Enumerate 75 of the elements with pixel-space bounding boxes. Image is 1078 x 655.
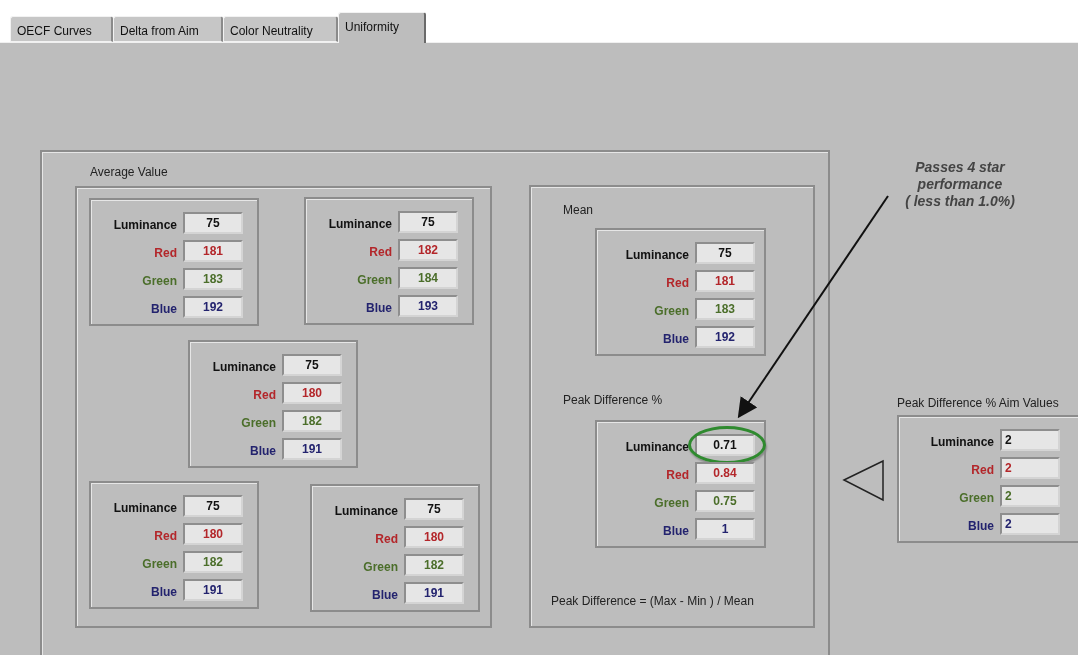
tab[interactable]: Delta from Aim <box>113 16 223 42</box>
channel-label: Blue <box>662 523 689 540</box>
left-triangle-icon <box>842 459 884 502</box>
formula-text: Peak Difference = (Max - Min ) / Mean <box>551 593 754 610</box>
value-field[interactable]: 192 <box>183 296 243 318</box>
tab[interactable]: OECF Curves <box>10 16 113 42</box>
tab[interactable]: Color Neutrality <box>223 16 338 42</box>
value-field[interactable]: 191 <box>282 438 342 460</box>
value-field[interactable]: 1 <box>695 518 755 540</box>
value-field[interactable]: 75 <box>183 495 243 517</box>
value-field[interactable]: 180 <box>404 526 464 548</box>
channel-label: Green <box>141 556 177 573</box>
value-field[interactable]: 183 <box>183 268 243 290</box>
value-field[interactable]: 184 <box>398 267 458 289</box>
channel-label: Red <box>374 531 398 548</box>
value-field[interactable]: 181 <box>695 270 755 292</box>
channel-label: Green <box>362 559 398 576</box>
value-field[interactable]: 0.84 <box>695 462 755 484</box>
channel-label: Red <box>153 245 177 262</box>
value-field[interactable]: 2 <box>1000 429 1060 451</box>
value-field[interactable]: 191 <box>404 582 464 604</box>
value-field[interactable]: 180 <box>282 382 342 404</box>
value-field[interactable]: 192 <box>695 326 755 348</box>
channel-label: Luminance <box>112 217 177 234</box>
channel-label: Green <box>653 495 689 512</box>
channel-label: Luminance <box>211 359 276 376</box>
channel-label: Blue <box>150 584 177 601</box>
group-label: Mean <box>563 202 594 219</box>
tab[interactable]: Uniformity <box>338 12 426 43</box>
value-field[interactable]: 182 <box>404 554 464 576</box>
value-field[interactable]: 75 <box>398 211 458 233</box>
value-field[interactable]: 182 <box>183 551 243 573</box>
annotation-text: Passes 4 star performance ( less than 1.0%) <box>904 159 1016 210</box>
value-field[interactable]: 193 <box>398 295 458 317</box>
channel-label: Luminance <box>624 439 689 456</box>
channel-label: Red <box>252 387 276 404</box>
value-field[interactable]: 180 <box>183 523 243 545</box>
channel-label: Green <box>240 415 276 432</box>
value-field[interactable]: 181 <box>183 240 243 262</box>
channel-label: Red <box>153 528 177 545</box>
value-field[interactable]: 75 <box>183 212 243 234</box>
value-field[interactable]: 2 <box>1000 485 1060 507</box>
channel-label: Luminance <box>929 434 994 451</box>
channel-label: Blue <box>150 301 177 318</box>
channel-label: Luminance <box>112 500 177 517</box>
value-field[interactable]: 2 <box>1000 513 1060 535</box>
channel-label: Blue <box>967 518 994 535</box>
channel-label: Green <box>958 490 994 507</box>
channel-label: Luminance <box>624 247 689 264</box>
channel-label: Luminance <box>333 503 398 520</box>
value-field[interactable]: 75 <box>404 498 464 520</box>
value-field[interactable]: 183 <box>695 298 755 320</box>
channel-label: Green <box>653 303 689 320</box>
group-label: Peak Difference % Aim Values <box>897 395 1059 412</box>
group-label: Peak Difference % <box>563 392 663 409</box>
channel-label: Red <box>970 462 994 479</box>
channel-label: Blue <box>249 443 276 460</box>
channel-label: Red <box>665 467 689 484</box>
value-field[interactable]: 182 <box>282 410 342 432</box>
value-field[interactable]: 75 <box>282 354 342 376</box>
value-field[interactable]: 191 <box>183 579 243 601</box>
value-field[interactable]: 0.75 <box>695 490 755 512</box>
channel-label: Red <box>665 275 689 292</box>
value-field[interactable]: 182 <box>398 239 458 261</box>
channel-label: Red <box>368 244 392 261</box>
value-field[interactable]: 2 <box>1000 457 1060 479</box>
channel-label: Luminance <box>327 216 392 233</box>
channel-label: Green <box>141 273 177 290</box>
channel-label: Blue <box>662 331 689 348</box>
channel-label: Blue <box>365 300 392 317</box>
value-field[interactable]: 75 <box>695 242 755 264</box>
value-field[interactable]: 0.71 <box>695 434 755 456</box>
channel-label: Green <box>356 272 392 289</box>
channel-label: Blue <box>371 587 398 604</box>
group-label: Average Value <box>90 164 168 181</box>
